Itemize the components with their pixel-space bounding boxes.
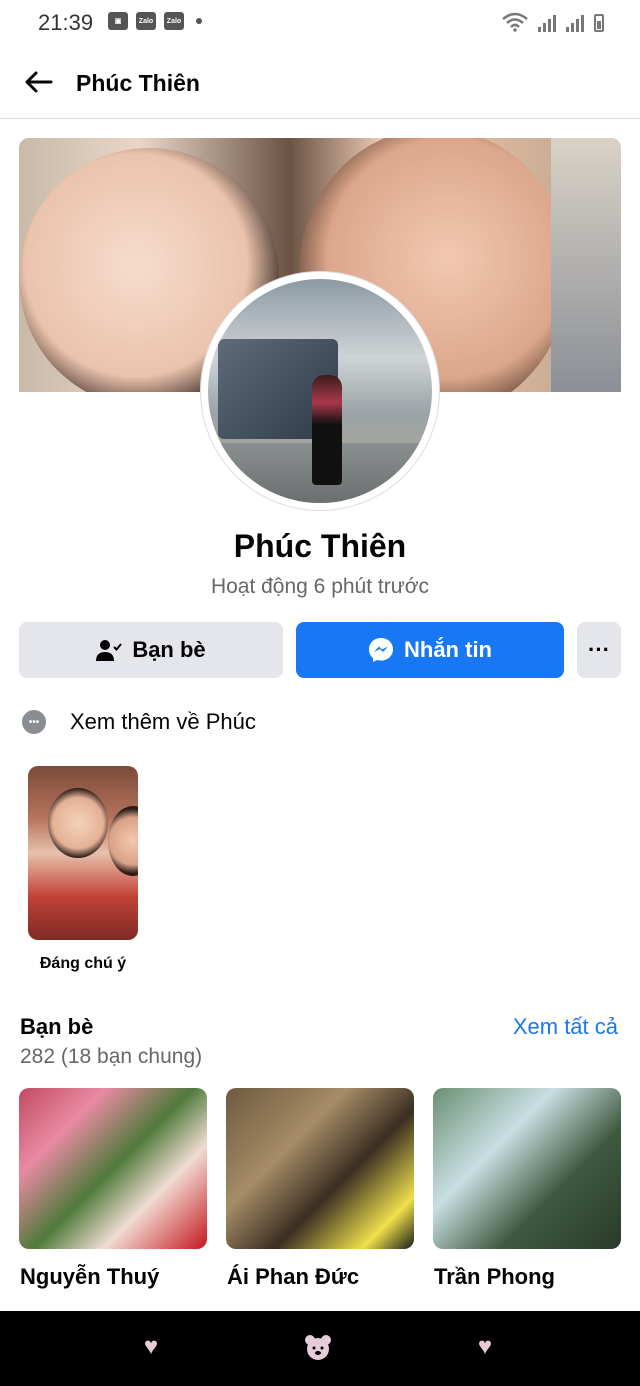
messenger-icon <box>369 638 393 662</box>
battery-icon <box>594 14 604 32</box>
friend-name[interactable]: Nguyễn Thuý <box>20 1264 208 1290</box>
friend-name[interactable]: Ái Phan Đức <box>227 1264 415 1290</box>
arrow-left-icon <box>25 71 53 93</box>
status-time: 21:39 <box>38 10 94 35</box>
profile-name: Phúc Thiên <box>233 528 407 564</box>
see-all-friends-link[interactable]: Xem tất cả <box>513 1014 618 1040</box>
person-check-icon <box>96 640 123 661</box>
message-button[interactable]: Nhắn tin <box>296 622 564 678</box>
more-about-label: Xem thêm về Phúc <box>70 709 256 734</box>
friends-button-label: Bạn bè <box>132 637 206 662</box>
zalo-icon: Zalo <box>136 12 156 30</box>
dot-icon <box>196 18 202 24</box>
bear-icon[interactable] <box>304 1333 332 1361</box>
signal-icon <box>566 14 584 32</box>
back-button[interactable] <box>18 62 58 102</box>
zalo-icon: Zalo <box>164 12 184 30</box>
friend-name[interactable]: Trần Phong <box>434 1264 622 1290</box>
notification-icons: ▣ Zalo Zalo <box>108 12 202 30</box>
heart-icon[interactable]: ♥ <box>137 1333 165 1361</box>
signal-icon <box>538 14 556 32</box>
more-about-link[interactable]: ••• Xem thêm về Phúc <box>22 704 256 740</box>
friends-count: 282 (18 bạn chung) <box>20 1045 203 1068</box>
app-header: Phúc Thiên <box>0 48 640 119</box>
friends-button[interactable]: Bạn bè <box>19 622 283 678</box>
system-icons <box>502 12 604 32</box>
friend-photo[interactable] <box>433 1088 621 1249</box>
more-dots-icon: ••• <box>22 710 46 734</box>
wifi-icon <box>502 12 528 32</box>
profile-picture[interactable] <box>208 279 432 503</box>
header-title: Phúc Thiên <box>76 70 200 96</box>
status-bar: 21:39 ▣ Zalo Zalo <box>0 0 640 48</box>
friends-section-title: Bạn bè <box>20 1014 94 1039</box>
heart-icon[interactable]: ♥ <box>471 1333 499 1361</box>
featured-label: Đáng chú ý <box>39 955 127 972</box>
system-navigation-bar: ♥ ♥ <box>0 1311 640 1386</box>
more-options-button[interactable]: ··· <box>577 622 621 678</box>
activity-status: Hoạt động 6 phút trước <box>210 575 430 598</box>
featured-story[interactable] <box>28 766 138 940</box>
message-button-label: Nhắn tin <box>404 637 492 662</box>
friend-photo[interactable] <box>19 1088 207 1249</box>
friend-photo[interactable] <box>226 1088 414 1249</box>
image-icon: ▣ <box>108 12 128 30</box>
